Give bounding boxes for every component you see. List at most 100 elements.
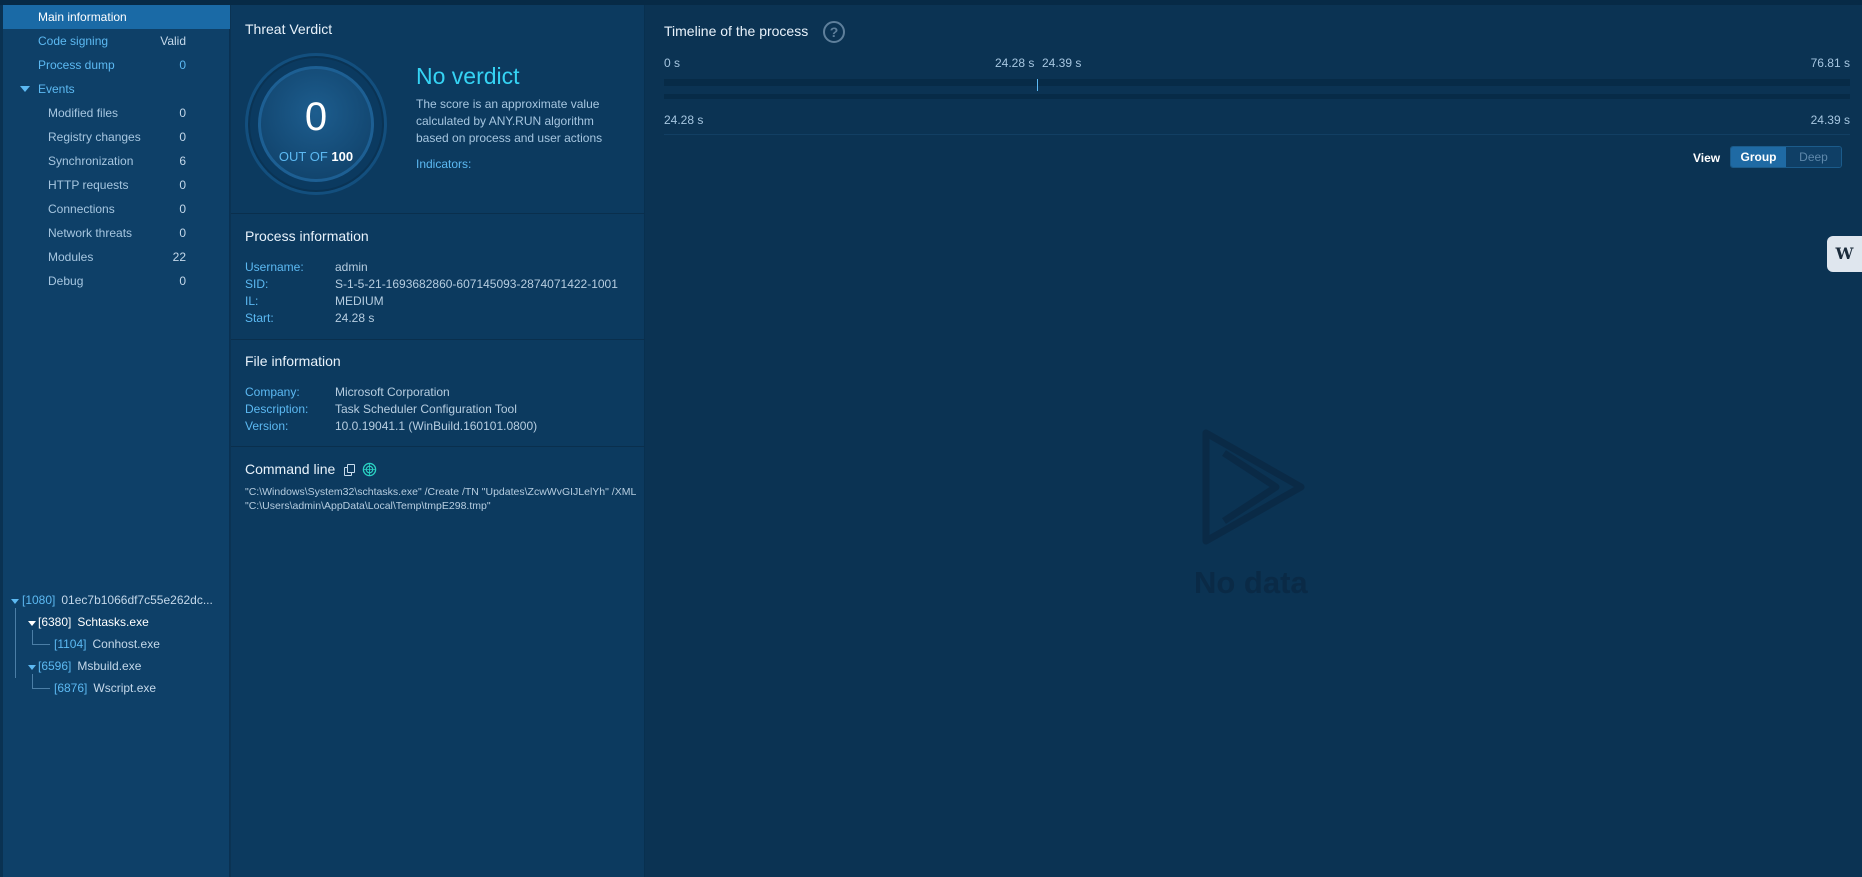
nav-http-requests[interactable]: HTTP requests 0: [0, 173, 230, 197]
nav-debug[interactable]: Debug 0: [0, 269, 230, 293]
side-widget-button[interactable]: W: [1827, 236, 1862, 272]
nav-registry-changes[interactable]: Registry changes 0: [0, 125, 230, 149]
nav-process-dump[interactable]: Process dump 0: [0, 53, 230, 77]
timeline-start-label: 0 s: [664, 56, 681, 70]
indicators-label: Indicators:: [416, 157, 472, 171]
nav-modules-label: Modules: [48, 250, 94, 264]
nav-connections-label: Connections: [48, 202, 115, 216]
verdict-description: The score is an approximate value calcul…: [416, 97, 603, 145]
field-label: Company:: [245, 385, 300, 399]
process-pid: [1080]: [22, 593, 56, 607]
timeline-title: Timeline of the process: [664, 23, 809, 39]
nav-modules-count: 22: [172, 250, 186, 264]
process-tree-item[interactable]: [6876] Wscript.exe: [54, 681, 156, 695]
nav-modified-files-label: Modified files: [48, 106, 119, 120]
nav-connections-count: 0: [179, 202, 186, 216]
field-label: SID:: [245, 277, 269, 291]
nav-debug-count: 0: [179, 274, 186, 288]
verdict-text: No verdict: [416, 63, 520, 89]
nav-main-information-label: Main information: [38, 10, 127, 24]
nav-registry-changes-count: 0: [179, 130, 186, 144]
field-value: Task Scheduler Configuration Tool: [335, 402, 517, 416]
details-panel: Threat Verdict 0 OUT OF 100 No verdict T…: [231, 5, 645, 877]
field-label: IL:: [245, 294, 259, 308]
process-name: Schtasks.exe: [77, 615, 149, 629]
field-label: Version:: [245, 419, 289, 433]
field-value: Microsoft Corporation: [335, 385, 450, 399]
score-gauge: 0 OUT OF 100: [245, 53, 387, 195]
divider: [231, 446, 645, 447]
sidebar: Main information Code signing Valid Proc…: [0, 5, 230, 877]
nav-synchronization[interactable]: Synchronization 6: [0, 149, 230, 173]
timeline-process-start-label: 24.28 s: [995, 56, 1035, 70]
nav-code-signing[interactable]: Code signing Valid: [0, 29, 230, 53]
nav-registry-changes-label: Registry changes: [48, 130, 141, 144]
out-of-value: 100: [331, 149, 354, 164]
chevron-down-icon[interactable]: [28, 665, 36, 670]
view-group-button[interactable]: Group: [1731, 147, 1786, 167]
divider: [231, 339, 645, 340]
field-value: 10.0.19041.1 (WinBuild.160101.0800): [335, 419, 538, 433]
timeline-zoom-bar[interactable]: [664, 94, 1850, 99]
field-value: 24.28 s: [335, 311, 375, 325]
timeline-panel: Timeline of the process ? 0 s 24.28 s 24…: [646, 5, 1862, 877]
help-icon[interactable]: ?: [823, 21, 845, 43]
ai-assistant-icon[interactable]: [362, 462, 377, 477]
nav-main-information[interactable]: Main information: [0, 5, 230, 29]
view-label: View: [1693, 151, 1721, 165]
timeline-process-marker: [1037, 79, 1038, 91]
nav-process-dump-label: Process dump: [38, 58, 115, 72]
nav-modules[interactable]: Modules 22: [0, 245, 230, 269]
score-out-of: OUT OF 100: [261, 149, 371, 164]
no-data-icon: [1202, 429, 1305, 545]
process-tree-item[interactable]: [1104] Conhost.exe: [54, 637, 160, 651]
nav-code-signing-value: Valid: [160, 34, 186, 48]
process-name: Msbuild.exe: [77, 659, 142, 673]
nav-modified-files[interactable]: Modified files 0: [0, 101, 230, 125]
process-name: Wscript.exe: [93, 681, 157, 695]
nav-synchronization-label: Synchronization: [48, 154, 134, 168]
process-pid: [6380]: [38, 615, 72, 629]
process-pid: [1104]: [54, 637, 87, 651]
field-value: admin: [335, 260, 368, 274]
nav-http-requests-count: 0: [179, 178, 186, 192]
nav-code-signing-label: Code signing: [38, 34, 109, 48]
nav-network-threats-label: Network threats: [48, 226, 133, 240]
nav-network-threats[interactable]: Network threats 0: [0, 221, 230, 245]
command-line-title: Command line: [245, 461, 336, 477]
view-deep-button[interactable]: Deep: [1786, 147, 1841, 167]
timeline-process-end-label: 24.39 s: [1042, 56, 1082, 70]
no-data-text: No data: [1194, 565, 1308, 600]
file-information-title: File information: [245, 353, 341, 369]
chevron-down-icon[interactable]: [28, 621, 36, 626]
score-value: 0: [304, 95, 328, 139]
command-line-text: "C:\Windows\System32\schtasks.exe" /Crea…: [245, 486, 636, 512]
copy-icon[interactable]: [344, 464, 355, 476]
nav-synchronization-count: 6: [179, 154, 186, 168]
nav-process-dump-value: 0: [179, 58, 186, 72]
timeline-overview-bar[interactable]: [664, 79, 1850, 86]
timeline-zoom-end: 24.39 s: [1810, 113, 1850, 127]
nav-connections[interactable]: Connections 0: [0, 197, 230, 221]
nav-events[interactable]: Events: [0, 77, 230, 101]
process-tree-item[interactable]: [1080] 01ec7b1066df7c55e262dc...: [22, 593, 213, 607]
process-name: Conhost.exe: [92, 637, 160, 651]
chevron-down-icon[interactable]: [11, 599, 19, 604]
nav-network-threats-count: 0: [179, 226, 186, 240]
process-tree-item[interactable]: [6596] Msbuild.exe: [38, 659, 141, 673]
process-pid: [6876]: [54, 681, 88, 695]
field-label: Username:: [245, 260, 304, 274]
out-of-label: OUT OF: [278, 149, 328, 164]
field-label: Description:: [245, 402, 309, 416]
score-gauge-inner: 0 OUT OF 100: [258, 66, 374, 182]
left-edge-strip: [0, 5, 3, 877]
tree-connector: [32, 674, 33, 688]
field-label: Start:: [245, 311, 274, 325]
process-tree-item[interactable]: [6380] Schtasks.exe: [38, 615, 149, 629]
process-name: 01ec7b1066df7c55e262dc...: [61, 593, 213, 607]
nav-events-label: Events: [38, 82, 75, 96]
process-information-title: Process information: [245, 228, 369, 244]
process-pid: [6596]: [38, 659, 72, 673]
view-toggle: Group Deep: [1730, 146, 1842, 168]
timeline-end-label: 76.81 s: [1810, 56, 1850, 70]
